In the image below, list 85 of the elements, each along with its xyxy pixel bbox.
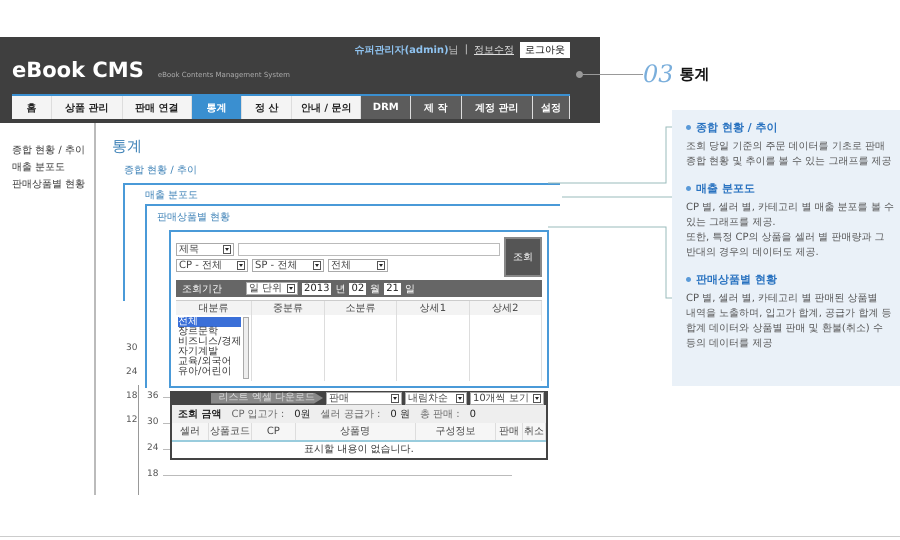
category-option[interactable]: 비즈니스/경제 [178,337,242,347]
sidebar-item[interactable]: 종합 현황 / 추이 [12,143,94,157]
axis-tick-label: 24 [126,367,138,377]
nav-tab[interactable]: 판매 연결 [123,96,192,119]
info-description: CP 별, 셀러 별, 카테고리 별 매출 분포를 볼 수 있는 그래프를 제공. 또한, 특정 CP의 상품을 셀러 별 판매량과 그 반대의 경우의 데이터도 제공. [686,201,892,260]
title-select[interactable]: 제목 [176,242,234,256]
info-title: 종합 현황 / 추이 [696,120,778,135]
axis-tick-label: 12 [126,415,138,425]
column-header: 상세2 [470,301,542,315]
axis-tick-label: 30 [147,417,158,427]
cp-select[interactable]: CP - 전체 [176,258,248,272]
nav-tab[interactable]: 제 작 [411,96,462,119]
axis-tick-label: 18 [126,391,138,401]
bullet-icon [686,277,691,282]
nav-tab[interactable]: 안내 / 문의 [292,96,362,119]
column-header: 셀러 [172,423,209,440]
year-field[interactable]: 2013 [302,282,332,294]
day-field[interactable]: 21 [384,282,401,294]
user-name: 슈퍼관리자(admin)님 [354,44,459,56]
axis-tick-label: 24 [147,443,158,453]
logo: eBook CMS [12,58,144,82]
seller-price-value: 0 원 [390,408,410,421]
section-title: 통계 [680,64,710,84]
sidebar-item[interactable]: 판매상품별 현황 [12,177,94,191]
cp-price-value: 0원 [294,408,311,421]
info-description: 조회 당일 기준의 주문 데이터를 기초로 판매 종합 현황 및 추이를 볼 수 있는 그래프를 제공 [686,140,892,169]
panel-title: 판매상품별 현황 [157,211,232,224]
info-title: 매출 분포도 [696,181,755,196]
filter-select[interactable]: 판매 [326,392,402,404]
section-number: 03 [643,60,674,88]
period-label: 조회기간 [182,282,222,296]
unit-select[interactable]: 일 단위 [246,282,298,295]
column-header: 상품코드 [208,423,252,440]
empty-message: 표시할 내용이 없습니다. [303,443,415,457]
nav-tab[interactable]: DRM [361,96,412,119]
axis-tick-label: 30 [126,343,138,353]
logout-button[interactable]: 로그아웃 [520,42,570,58]
category-option[interactable]: 전체 [178,317,242,327]
sp-select[interactable]: SP - 전체 [252,258,324,272]
bullet-icon [686,186,691,191]
column-header: 중분류 [252,301,325,315]
category-select[interactable]: 전체 [328,258,388,272]
summary-label: 조회 금액 [178,408,222,421]
panel-title: 종합 현황 / 추이 [124,164,198,177]
panel-title: 매출 분포도 [145,189,200,202]
column-header: 상품명 [296,423,416,440]
axis-tick-label: 18 [147,469,158,479]
cp-price-label: CP 입고가 : [231,408,284,421]
info-description: CP 별, 셀러 별, 카테고리 별 판매된 상품별 내역을 노출하며, 입고가 합계, 공급가 합계 등 합계 데이터와 상품별 판매 및 환불(취소) 수 등의 데이터를 제공 [686,292,892,351]
filter-select[interactable]: 내림차순 [405,392,467,404]
nav-tab[interactable]: 설정 [533,96,570,119]
scrollbar[interactable] [243,317,250,379]
column-header: 소분류 [324,301,398,315]
nav-tab[interactable]: 계정 관리 [462,96,534,119]
nav-tab[interactable]: 홈 [12,96,52,119]
seller-price-label: 셀러 공급가 : [320,408,380,421]
separator: | [464,44,468,55]
page-title: 통계 [112,137,142,156]
column-header: 대분류 [176,301,252,315]
nav-tab[interactable]: 정 산 [242,96,292,119]
month-unit: 월 [370,282,380,296]
category-option[interactable]: 교육/외국어 [178,357,242,367]
column-header: CP [252,423,296,440]
column-header: 상세1 [397,301,470,315]
search-button[interactable]: 조회 [504,237,542,277]
total-sales-label: 총 판매 : [420,408,460,421]
filter-select[interactable]: 10개씩 보기 [470,392,544,404]
category-list[interactable]: 전체 장르문학 비즈니스/경제 자기계발 교육/외국어 유아/어린이 [176,315,252,381]
column-header: 판매 [496,423,523,440]
info-title: 판매상품별 현황 [696,272,777,287]
category-option[interactable]: 장르문학 [178,327,242,337]
category-option[interactable]: 자기계발 [178,347,242,357]
axis-tick-label: 36 [147,391,158,401]
nav-tab[interactable]: 상품 관리 [52,96,124,119]
day-unit: 일 [404,282,415,296]
column-header: 취소 [522,423,546,440]
column-header: 구성정보 [416,423,496,440]
month-field[interactable]: 02 [349,282,366,294]
category-option[interactable]: 유아/어린이 [178,367,242,377]
edit-info-link[interactable]: 정보수정 [474,42,514,56]
year-unit: 년 [335,282,346,296]
bullet-icon [686,125,691,130]
search-input[interactable] [238,242,500,256]
total-sales-value: 0 [470,408,476,420]
sidebar-item[interactable]: 매출 분포도 [12,160,94,174]
